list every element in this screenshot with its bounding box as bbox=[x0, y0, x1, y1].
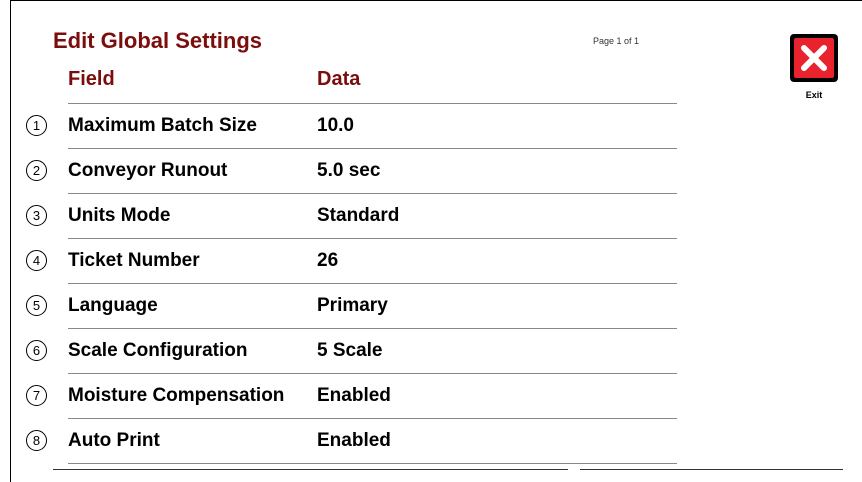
close-x-icon bbox=[794, 38, 834, 78]
row-number-badge: 3 bbox=[26, 205, 47, 226]
exit-label: Exit bbox=[805, 90, 823, 100]
row-number-badge: 2 bbox=[26, 160, 47, 181]
bottom-divider-left bbox=[53, 469, 568, 470]
row-divider bbox=[68, 463, 677, 464]
field-name: Auto Print bbox=[68, 430, 160, 451]
field-name: Units Mode bbox=[68, 205, 171, 226]
field-value[interactable]: Primary bbox=[317, 295, 388, 317]
field-value[interactable]: Standard bbox=[317, 205, 399, 227]
field-name: Moisture Compensation bbox=[68, 385, 285, 406]
column-header-data: Data bbox=[317, 68, 361, 90]
setting-row-conveyor-runout[interactable]: 2 Conveyor Runout 5.0 sec bbox=[0, 148, 700, 193]
row-number-badge: 1 bbox=[26, 115, 47, 136]
row-number-badge: 5 bbox=[26, 295, 47, 316]
field-name: Ticket Number bbox=[68, 250, 200, 271]
frame-top-border bbox=[10, 0, 862, 1]
setting-row-auto-print[interactable]: 8 Auto Print Enabled bbox=[0, 418, 700, 463]
column-header-field: Field bbox=[68, 68, 115, 90]
field-value[interactable]: 5 Scale bbox=[317, 340, 383, 362]
page-indicator: Page 1 of 1 bbox=[593, 36, 640, 46]
field-value[interactable]: Enabled bbox=[317, 430, 391, 452]
field-name: Maximum Batch Size bbox=[68, 115, 257, 136]
field-name: Conveyor Runout bbox=[68, 160, 228, 181]
setting-row-units-mode[interactable]: 3 Units Mode Standard bbox=[0, 193, 700, 238]
row-number-badge: 4 bbox=[26, 250, 47, 271]
row-number-badge: 6 bbox=[26, 340, 47, 361]
field-name: Scale Configuration bbox=[68, 340, 248, 361]
field-value[interactable]: 5.0 sec bbox=[317, 160, 380, 182]
page-title: Edit Global Settings bbox=[53, 28, 263, 53]
row-number-badge: 8 bbox=[26, 430, 47, 451]
field-value[interactable]: Enabled bbox=[317, 385, 391, 407]
row-number-badge: 7 bbox=[26, 385, 47, 406]
setting-row-maximum-batch-size[interactable]: 1 Maximum Batch Size 10.0 bbox=[0, 103, 700, 148]
field-value[interactable]: 10.0 bbox=[317, 115, 354, 137]
setting-row-moisture-compensation[interactable]: 7 Moisture Compensation Enabled bbox=[0, 373, 700, 418]
bottom-divider-right bbox=[580, 469, 843, 470]
field-value[interactable]: 26 bbox=[317, 250, 338, 272]
exit-button[interactable] bbox=[790, 34, 838, 82]
setting-row-scale-configuration[interactable]: 6 Scale Configuration 5 Scale bbox=[0, 328, 700, 373]
field-name: Language bbox=[68, 295, 158, 316]
setting-row-language[interactable]: 5 Language Primary bbox=[0, 283, 700, 328]
setting-row-ticket-number[interactable]: 4 Ticket Number 26 bbox=[0, 238, 700, 283]
